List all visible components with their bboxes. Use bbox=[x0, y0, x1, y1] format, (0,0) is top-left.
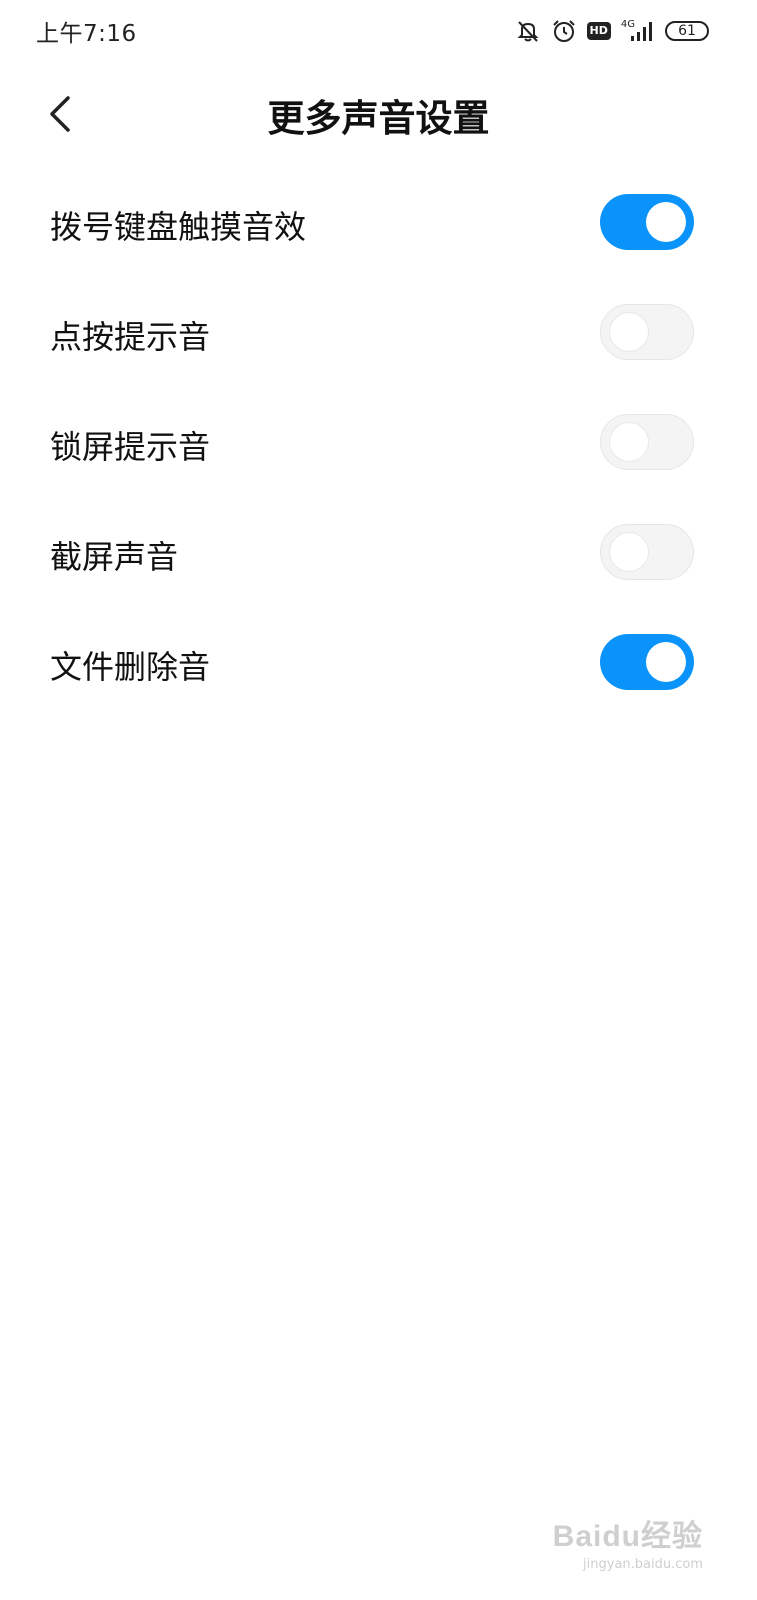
status-icons: HD 4G 61 bbox=[515, 16, 709, 46]
mute-icon bbox=[515, 18, 541, 44]
dialpad-touch-sound-toggle[interactable] bbox=[600, 194, 694, 250]
status-time: 上午7:16 bbox=[36, 21, 137, 47]
setting-row-tap-sound[interactable]: 点按提示音 bbox=[0, 276, 757, 386]
battery-level: 61 bbox=[665, 21, 709, 41]
signal-icon: 4G bbox=[620, 18, 655, 42]
tap-sound-toggle[interactable] bbox=[600, 304, 694, 360]
toggle-knob bbox=[609, 312, 649, 352]
toggle-knob bbox=[609, 422, 649, 462]
hd-icon: HD bbox=[586, 22, 611, 40]
hd-label: HD bbox=[586, 22, 611, 40]
app-header: 更多声音设置 bbox=[0, 62, 757, 162]
setting-label: 截屏声音 bbox=[50, 538, 179, 576]
setting-label: 拨号键盘触摸音效 bbox=[50, 208, 307, 246]
battery-icon: 61 bbox=[665, 21, 709, 41]
page-title: 更多声音设置 bbox=[267, 97, 490, 140]
setting-label: 文件删除音 bbox=[50, 648, 211, 686]
setting-row-dialpad-touch-sound[interactable]: 拨号键盘触摸音效 bbox=[0, 166, 757, 276]
setting-row-file-delete-sound[interactable]: 文件删除音 bbox=[0, 606, 757, 716]
screenshot-sound-toggle[interactable] bbox=[600, 524, 694, 580]
lock-screen-sound-toggle[interactable] bbox=[600, 414, 694, 470]
file-delete-sound-toggle[interactable] bbox=[600, 634, 694, 690]
status-bar: 上午7:16 HD 4G 61 bbox=[0, 0, 757, 62]
setting-label: 锁屏提示音 bbox=[50, 428, 211, 466]
watermark-url: jingyan.baidu.com bbox=[583, 1557, 703, 1572]
toggle-knob bbox=[646, 202, 686, 242]
setting-row-screenshot-sound[interactable]: 截屏声音 bbox=[0, 496, 757, 606]
settings-list: 拨号键盘触摸音效 点按提示音 锁屏提示音 截屏声音 文件删除音 bbox=[0, 166, 757, 716]
network-label: 4G bbox=[620, 18, 635, 30]
toggle-knob bbox=[609, 532, 649, 572]
setting-label: 点按提示音 bbox=[50, 318, 211, 356]
watermark: Baidu经验 jingyan.baidu.com bbox=[553, 1511, 703, 1572]
setting-row-lock-screen-sound[interactable]: 锁屏提示音 bbox=[0, 386, 757, 496]
toggle-knob bbox=[646, 642, 686, 682]
alarm-icon bbox=[551, 18, 577, 44]
watermark-logo: Baidu经验 bbox=[552, 1520, 703, 1553]
